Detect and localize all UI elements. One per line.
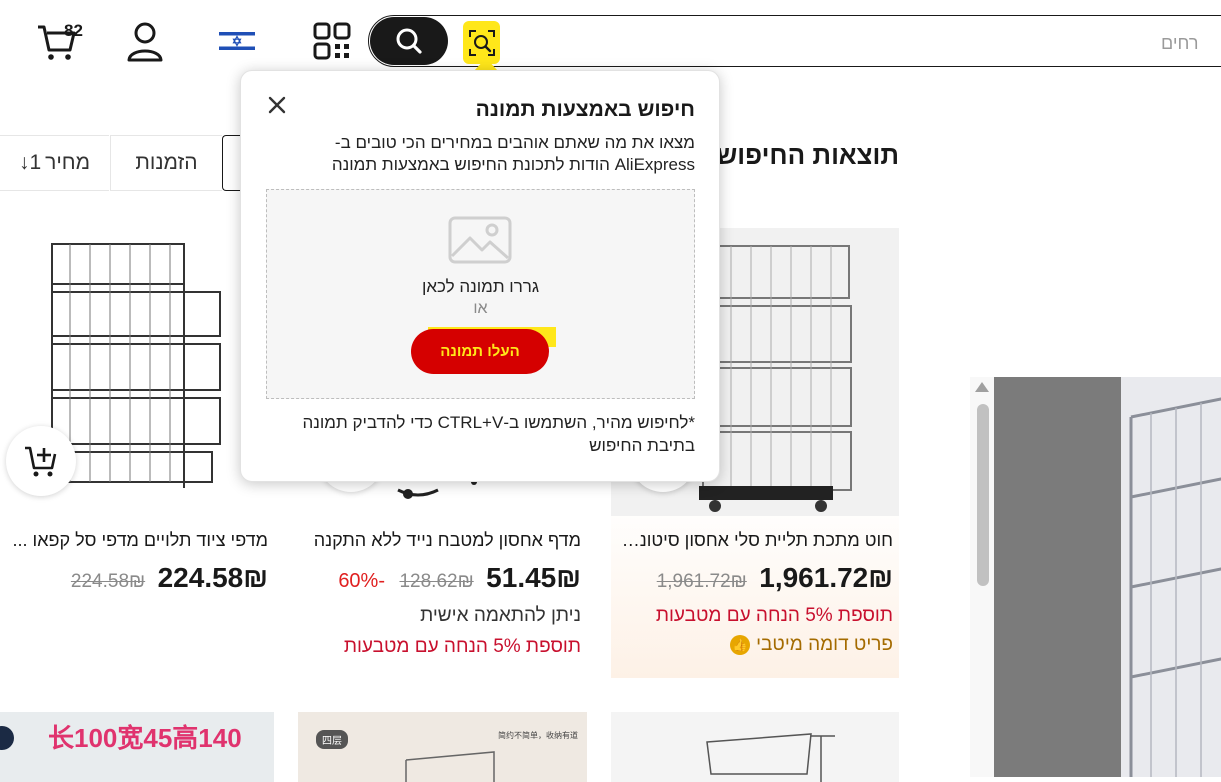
discount-badge: -60%: [338, 570, 386, 592]
product-card[interactable]: מדפי ציוד תלויים מדפי סל קפאו ... 224.58…: [0, 228, 274, 678]
product-old-price: 128.62₪: [399, 571, 474, 592]
product-banner-logo: [0, 726, 14, 750]
sort-tab-orders-label: הזמנות: [135, 151, 198, 174]
product-card[interactable]: [611, 712, 899, 782]
search-input-placeholder[interactable]: רחים: [1161, 33, 1221, 54]
product-image: [405, 751, 495, 782]
scroll-up-arrow-icon[interactable]: [975, 382, 989, 392]
product-card[interactable]: 四层 简约不简单，收纳有道: [298, 712, 587, 782]
cart-count-badge: 82: [64, 21, 83, 40]
upload-image-label: העלו תמונה: [440, 343, 520, 360]
best-similar-item: פריט דומה מיטבי 👍: [730, 634, 893, 656]
product-price: 51.45₪: [486, 562, 581, 593]
image-icon: [448, 216, 512, 264]
camera-search-icon: [468, 29, 495, 56]
close-icon[interactable]: [266, 94, 288, 116]
search-icon: [396, 28, 422, 54]
product-old-price: 224.58₪: [70, 571, 146, 592]
coins-discount-text: תוספת 5% הנחה עם מטבעות: [655, 605, 893, 626]
coins-discount-text: תוספת 5% הנחה עם מטבעות: [343, 636, 581, 657]
qr-code-icon[interactable]: [313, 22, 351, 60]
sort-tab-price[interactable]: ↓1 מחיר: [0, 135, 109, 191]
add-to-cart-button[interactable]: [6, 426, 76, 496]
product-image: [706, 733, 835, 782]
search-button[interactable]: [370, 17, 448, 65]
similar-item-label: פריט דומה מיטבי: [756, 634, 893, 655]
paste-tip: *לחיפוש מהיר, השתמשו ב-CTRL+V כדי להדביק…: [302, 413, 696, 455]
sort-price-arrows: ↓1: [18, 151, 42, 174]
price-row: 51.45₪ 128.62₪ -60%: [338, 562, 581, 594]
popup-title: חיפוש באמצעות תמונה: [475, 98, 695, 121]
thumbs-up-icon: 👍: [730, 635, 751, 655]
product-price: 224.58₪: [157, 562, 268, 593]
israel-flag-icon[interactable]: [219, 30, 255, 52]
product-price: 1,961.72₪: [759, 562, 893, 593]
product-title[interactable]: מדפי ציוד תלויים מדפי סל קפאו ...: [5, 530, 268, 551]
price-row: 1,961.72₪ 1,961.72₪: [657, 562, 893, 594]
preview-image: [1121, 377, 1221, 777]
product-banner-text: 长100宽45高140: [48, 723, 242, 753]
sort-tabs: ↓1 מחיר הזמנות: [0, 135, 252, 191]
product-card[interactable]: 长100宽45高140: [0, 712, 274, 782]
scrollbar-thumb[interactable]: [977, 404, 989, 586]
preview-placeholder: [994, 377, 1121, 777]
cart-plus-icon: [25, 446, 57, 477]
sort-tab-orders[interactable]: הזמנות: [110, 135, 222, 191]
account-icon[interactable]: [126, 22, 164, 62]
product-title[interactable]: חוט מתכת תליית סלי אחסון סיטונאות: [617, 530, 893, 551]
product-title[interactable]: מדף אחסון למטבח נייד ללא התקנה: [304, 530, 581, 551]
price-row: 224.58₪ 224.58₪: [71, 562, 268, 594]
popup-description: מצאו את מה שאתם אוהבים במחירים הכי טובים…: [331, 133, 695, 174]
drop-zone-label: גררו תמונה לכאן: [421, 277, 540, 296]
drop-zone-or: או: [473, 300, 488, 317]
sort-tab-price-label: מחיר: [45, 151, 91, 174]
product-old-price: 1,961.72₪: [656, 571, 747, 592]
upload-image-button[interactable]: העלו תמונה: [411, 329, 549, 374]
customizable-text: ניתן להתאמה אישית: [420, 605, 581, 626]
results-title: תוצאות החיפוש: [716, 140, 899, 170]
wire-basket-preview-image: [1129, 397, 1221, 777]
